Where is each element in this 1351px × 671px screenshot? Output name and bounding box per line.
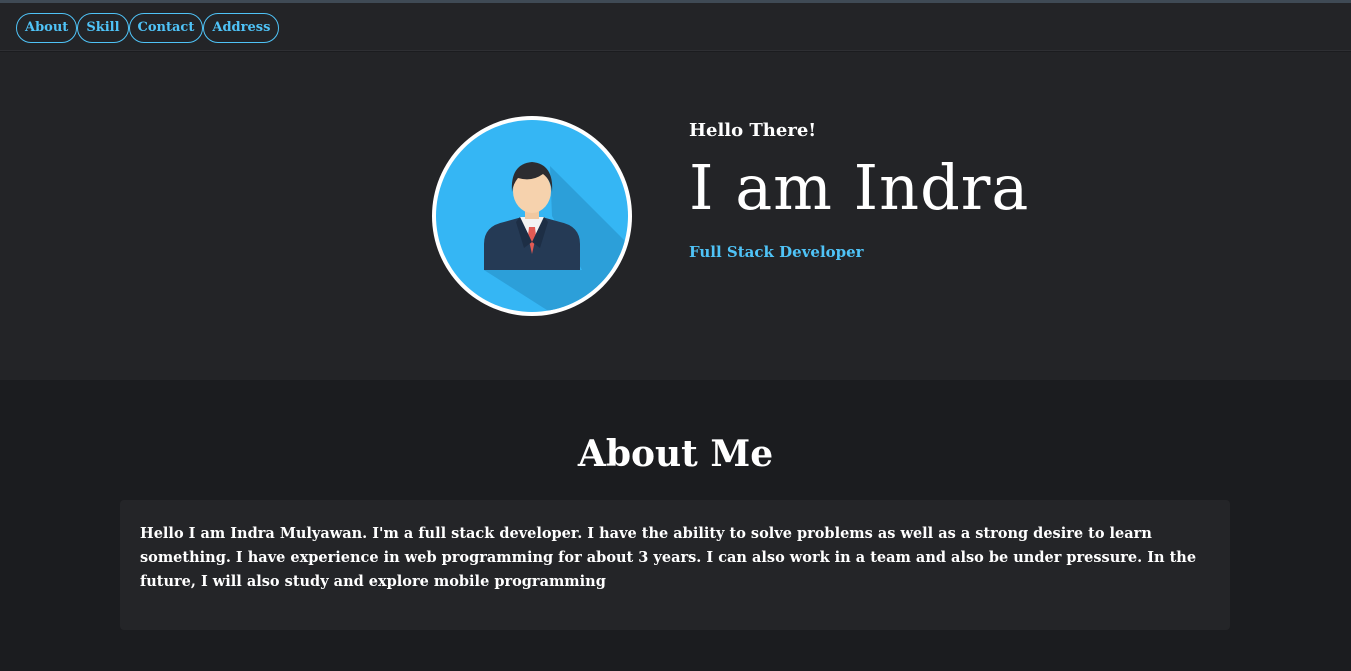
nav-link-address[interactable]: Address <box>203 13 280 43</box>
nav-link-contact[interactable]: Contact <box>128 13 204 43</box>
nav-link-about[interactable]: About <box>16 13 78 43</box>
about-section: About Me Hello I am Indra Mulyawan. I'm … <box>0 380 1351 671</box>
about-card: Hello I am Indra Mulyawan. I'm a full st… <box>120 500 1230 630</box>
nav-link-skill[interactable]: Skill <box>77 13 129 43</box>
hero-name: I am Indra <box>689 151 1030 224</box>
hero-greeting: Hello There! <box>689 120 817 141</box>
hero-role: Full Stack Developer <box>689 243 864 261</box>
navbar: About Skill Contact Address <box>0 3 1351 51</box>
nav-menu: About Skill Contact Address <box>16 13 280 43</box>
person-avatar-icon <box>432 116 632 316</box>
about-text: Hello I am Indra Mulyawan. I'm a full st… <box>140 525 1197 590</box>
hero-text: Hello There! I am Indra Full Stack Devel… <box>689 118 1189 262</box>
about-title: About Me <box>577 433 774 475</box>
hero-section: Hello There! I am Indra Full Stack Devel… <box>0 52 1351 380</box>
